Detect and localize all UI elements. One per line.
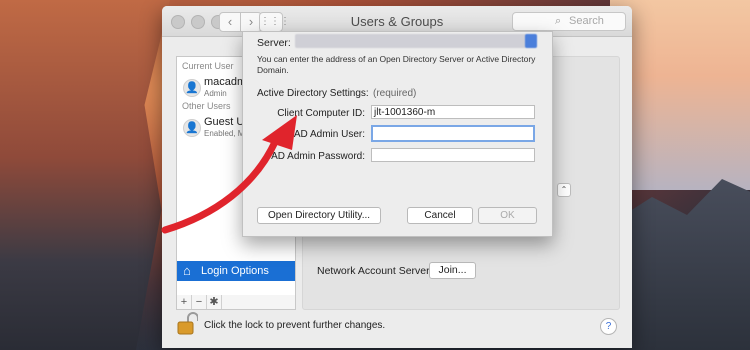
popup-chevron-icon[interactable]: ⌃ <box>557 183 571 197</box>
lock-hint-text: Click the lock to prevent further change… <box>204 320 386 331</box>
directory-settings-sheet: Server: You can enter the address of an … <box>242 31 553 237</box>
ad-admin-user-label: AD Admin User: <box>293 129 365 140</box>
house-icon: ⌂ <box>183 263 191 278</box>
ad-admin-user-field[interactable] <box>371 125 535 142</box>
server-description: You can enter the address of an Open Dir… <box>257 54 536 75</box>
help-button[interactable]: ? <box>600 318 617 335</box>
login-options-item[interactable]: ⌂ Login Options <box>177 261 295 281</box>
network-account-server-label: Network Account Server: <box>317 265 433 277</box>
open-directory-utility-button[interactable]: Open Directory Utility... <box>257 207 381 224</box>
search-placeholder: Search <box>569 15 604 27</box>
remove-user-button[interactable]: − <box>192 295 207 309</box>
current-user-header: Current User <box>182 61 234 71</box>
server-field[interactable] <box>295 34 537 48</box>
guest-status: Enabled, M <box>204 129 245 138</box>
guest-avatar-icon: 👤 <box>183 119 201 137</box>
ad-settings-label: Active Directory Settings: <box>257 88 369 99</box>
server-label: Server: <box>257 37 291 49</box>
server-dropdown-icon[interactable] <box>525 34 537 48</box>
ad-admin-password-label: AD Admin Password: <box>271 151 365 162</box>
join-button[interactable]: Join... <box>429 262 476 279</box>
unlocked-lock-icon[interactable] <box>176 312 198 336</box>
login-options-label: Login Options <box>201 265 269 277</box>
user-avatar-icon: 👤 <box>183 79 201 97</box>
user-role: Admin <box>204 89 227 98</box>
search-input[interactable]: ⌕ Search <box>512 12 626 31</box>
add-user-button[interactable]: + <box>177 295 192 309</box>
required-label: (required) <box>373 88 417 99</box>
cancel-button[interactable]: Cancel <box>407 207 473 224</box>
wallpaper-cliff <box>0 0 170 350</box>
ok-button[interactable]: OK <box>478 207 537 224</box>
other-users-header: Other Users <box>182 101 231 111</box>
gear-icon[interactable]: ✱ <box>207 295 222 309</box>
client-computer-id-field[interactable]: jlt-1001360-m <box>371 105 535 119</box>
list-toolbar: + − ✱ <box>176 295 296 310</box>
ad-admin-password-field[interactable] <box>371 148 535 162</box>
search-icon: ⌕ <box>555 15 562 27</box>
client-computer-id-label: Client Computer ID: <box>277 108 365 119</box>
